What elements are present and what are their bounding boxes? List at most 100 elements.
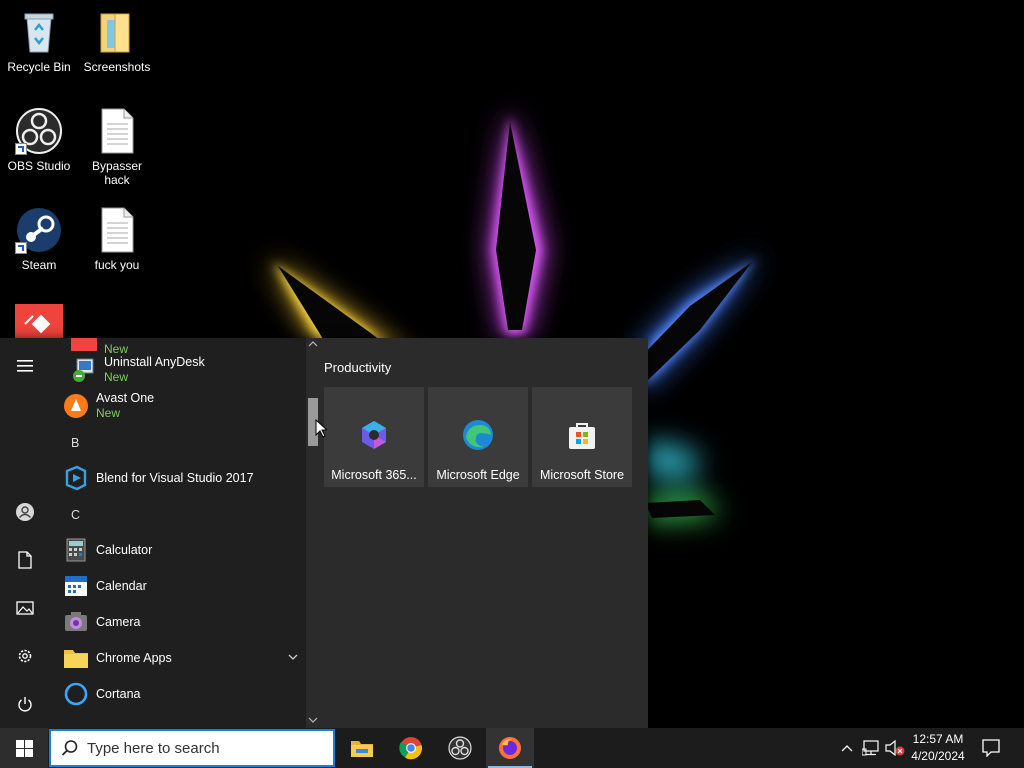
obs-icon xyxy=(15,107,63,155)
desktop-icon-label: OBS Studio xyxy=(7,159,71,173)
app-item-calculator[interactable]: Calculator xyxy=(50,532,306,568)
app-name: Uninstall AnyDesk xyxy=(104,355,205,369)
start-menu: New Uninstall AnyDesk New Avast One New … xyxy=(0,338,648,728)
taskbar-search-box[interactable] xyxy=(49,729,335,767)
power-icon xyxy=(18,697,32,712)
account-button[interactable] xyxy=(0,490,50,534)
store-icon xyxy=(566,419,598,451)
taskbar-firefox[interactable] xyxy=(486,728,534,768)
desktop-icon-label: Bypasser hack xyxy=(91,159,143,187)
network-icon xyxy=(862,740,879,756)
folder-icon xyxy=(93,8,141,56)
app-name: Cortana xyxy=(96,686,141,701)
microsoft-365-icon xyxy=(358,419,390,451)
taskbar-file-explorer[interactable] xyxy=(338,728,386,768)
tile-microsoft-365[interactable]: Microsoft 365... xyxy=(324,387,424,487)
search-input[interactable] xyxy=(85,738,319,758)
tile-label: Microsoft Store xyxy=(539,468,625,482)
taskbar-chrome[interactable] xyxy=(387,728,435,768)
text-file-icon xyxy=(93,206,141,254)
tile-label: Microsoft Edge xyxy=(436,468,520,482)
shortcut-arrow-icon xyxy=(15,242,27,254)
steam-icon xyxy=(15,206,63,254)
mouse-cursor-icon xyxy=(315,419,327,438)
desktop-icon-recycle-bin[interactable]: Recycle Bin xyxy=(0,8,78,74)
desktop-icon-steam[interactable]: Steam xyxy=(0,206,78,272)
clock-time: 12:57 AM xyxy=(912,732,964,746)
cortana-icon xyxy=(63,681,89,707)
app-item-uninstall-anydesk[interactable]: Uninstall AnyDesk New xyxy=(58,352,306,388)
text-file-icon xyxy=(93,107,141,155)
action-center-button[interactable] xyxy=(981,738,1001,758)
app-name: Avast One xyxy=(96,391,155,405)
desktop-icon-screenshots[interactable]: Screenshots xyxy=(78,8,156,74)
letter-header-b[interactable]: B xyxy=(71,436,79,450)
anydesk-uninstall-icon xyxy=(71,357,97,383)
pictures-icon xyxy=(16,601,34,615)
start-menu-rail xyxy=(0,338,50,728)
folder-icon xyxy=(63,645,89,671)
scroll-down-icon[interactable] xyxy=(308,716,318,726)
taskbar-obs[interactable] xyxy=(436,728,484,768)
show-hidden-icons-button[interactable] xyxy=(837,738,857,758)
app-item-cortana[interactable]: Cortana xyxy=(50,676,306,712)
app-item-camera[interactable]: Camera xyxy=(50,604,306,640)
app-name: Camera xyxy=(96,614,141,629)
power-button[interactable] xyxy=(0,682,50,726)
desktop-icon-label: Screenshots xyxy=(83,60,151,74)
app-name: Blend for Visual Studio 2017 xyxy=(96,470,254,485)
app-name: Calendar xyxy=(96,578,147,593)
desktop-icon-label: Steam xyxy=(21,258,57,272)
tile-label: Microsoft 365... xyxy=(331,468,417,482)
pictures-button[interactable] xyxy=(0,586,50,630)
shortcut-arrow-icon xyxy=(15,143,27,155)
desktop-icon-bypasser-hack[interactable]: Bypasser hack xyxy=(78,107,156,187)
start-button[interactable] xyxy=(0,728,48,768)
app-name: Chrome Apps xyxy=(96,650,172,665)
blend-icon xyxy=(63,465,89,491)
documents-button[interactable] xyxy=(0,538,50,582)
chevron-up-icon xyxy=(841,745,853,752)
document-icon xyxy=(18,551,32,569)
calculator-icon xyxy=(63,537,89,563)
windows-logo-icon xyxy=(15,739,33,757)
app-item-avast-one[interactable]: Avast One New xyxy=(50,388,306,424)
user-icon xyxy=(16,503,34,521)
app-list: New Uninstall AnyDesk New Avast One New … xyxy=(50,338,306,728)
recycle-bin-icon xyxy=(15,8,63,56)
app-name: Calculator xyxy=(96,542,153,557)
file-explorer-icon xyxy=(351,741,373,757)
tile-group-title[interactable]: Productivity xyxy=(324,360,391,375)
letter-header-c[interactable]: C xyxy=(71,508,80,522)
avast-icon xyxy=(63,393,89,419)
obs-icon xyxy=(448,736,472,760)
desktop-icon-fuck-you[interactable]: fuck you xyxy=(78,206,156,272)
app-list-scrollbar[interactable] xyxy=(306,338,320,728)
chrome-icon xyxy=(399,737,423,760)
edge-icon xyxy=(462,419,494,451)
desktop-icon-label: fuck you xyxy=(94,258,140,272)
desktop-icon-label: Recycle Bin xyxy=(7,60,71,74)
camera-icon xyxy=(63,609,89,635)
calendar-icon xyxy=(63,573,89,599)
network-button[interactable] xyxy=(861,738,881,758)
app-item-blend[interactable]: Blend for Visual Studio 2017 xyxy=(50,460,306,496)
notification-icon xyxy=(982,739,1000,757)
taskbar-clock[interactable]: 12:57 AM 4/20/2024 xyxy=(900,731,976,765)
tile-microsoft-edge[interactable]: Microsoft Edge xyxy=(428,387,528,487)
gear-icon xyxy=(18,649,32,663)
desktop-icon-obs-studio[interactable]: OBS Studio xyxy=(0,107,78,173)
hamburger-icon xyxy=(17,360,33,372)
new-badge: New xyxy=(96,406,121,420)
firefox-icon xyxy=(499,737,521,759)
app-item-chrome-apps[interactable]: Chrome Apps xyxy=(50,640,306,676)
tile-microsoft-store[interactable]: Microsoft Store xyxy=(532,387,632,487)
new-badge: New xyxy=(104,370,129,384)
settings-button[interactable] xyxy=(0,634,50,678)
search-icon xyxy=(61,740,78,756)
app-item-calendar[interactable]: Calendar xyxy=(50,568,306,604)
clock-date: 4/20/2024 xyxy=(911,749,965,763)
chevron-down-icon[interactable] xyxy=(288,654,298,661)
scroll-up-icon[interactable] xyxy=(308,340,318,350)
expand-menu-button[interactable] xyxy=(0,344,50,388)
